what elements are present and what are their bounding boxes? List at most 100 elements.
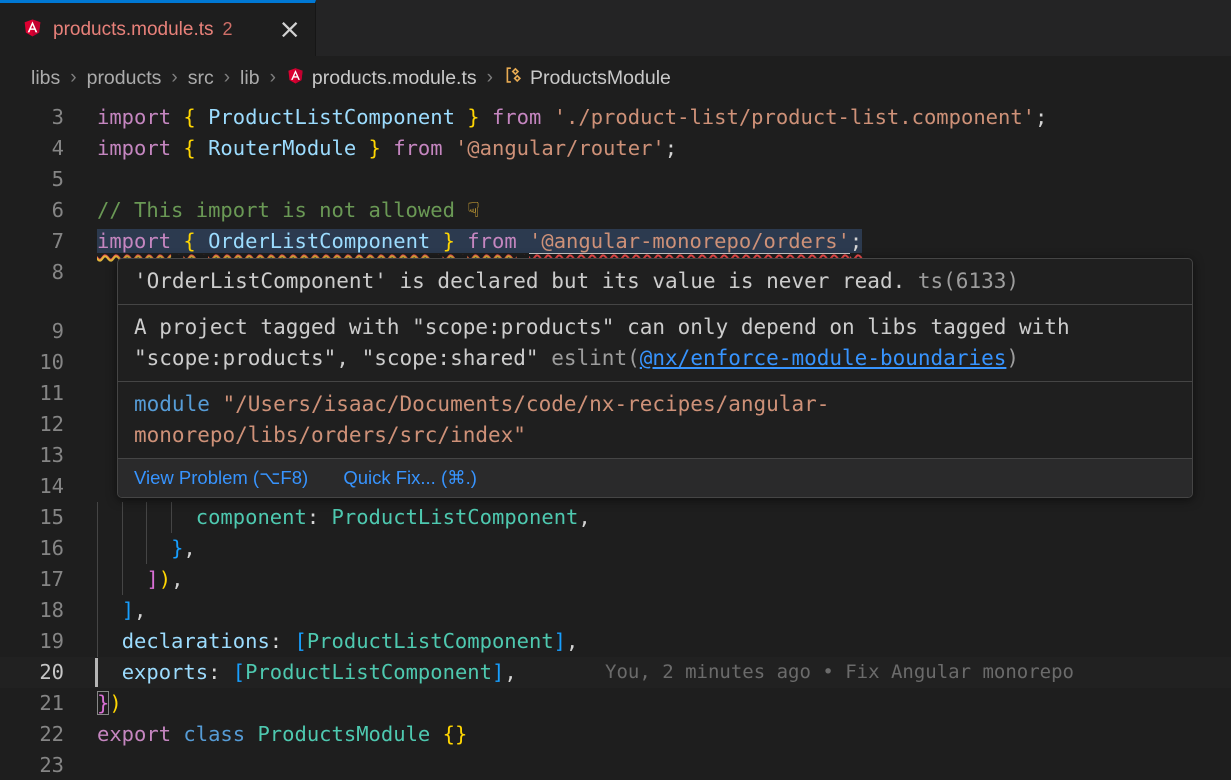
code-token: ; (850, 229, 862, 253)
code-token (97, 536, 171, 560)
line-number: 3 (0, 102, 64, 133)
breadcrumb-item-file[interactable]: products.module.ts (312, 67, 477, 90)
code-token: OrderListComponent (208, 229, 430, 253)
diagnostic-source: ) (1006, 346, 1019, 370)
code-line[interactable]: 17 ]), (0, 564, 1231, 595)
line-number: 7 (0, 226, 64, 257)
code-line-content: component: ProductListComponent, (97, 502, 591, 533)
code-token: RouterModule (208, 136, 356, 160)
code-token: ; (1035, 105, 1047, 129)
code-line[interactable]: 7import { OrderListComponent } from '@an… (0, 226, 1231, 257)
code-token (220, 660, 232, 684)
code-token (196, 105, 208, 129)
hover-widget: 'OrderListComponent' is declared but its… (117, 258, 1193, 498)
tab-error-count-badge: 2 (223, 19, 233, 40)
code-token: { (183, 229, 195, 253)
code-line[interactable]: 5 (0, 164, 1231, 195)
code-token: ProductListComponent (307, 629, 554, 653)
tab-products-module[interactable]: products.module.ts 2 × (0, 0, 316, 56)
code-token (97, 629, 122, 653)
chevron-right-icon: › (171, 67, 177, 89)
code-line[interactable]: 4 import { RouterModule } from '@angular/… (0, 133, 1231, 164)
code-token: ; (665, 136, 677, 160)
code-token: '@angular/router' (455, 136, 665, 160)
code-token: } (443, 229, 455, 253)
hover-status-bar: View Problem (⌥F8) Quick Fix... (⌘.) (118, 458, 1192, 497)
diagnostic-source: eslint( (551, 346, 640, 370)
code-line-content: import { RouterModule } from '@angular/r… (97, 133, 677, 164)
code-token (196, 136, 208, 160)
code-token: } (97, 691, 109, 715)
breadcrumb-item-src[interactable]: src (188, 67, 214, 90)
code-token: ☟ (467, 198, 479, 222)
code-line-content: ], (97, 595, 146, 626)
code-token (480, 105, 492, 129)
code-token: from (467, 229, 516, 253)
code-line[interactable]: 16 }, (0, 533, 1231, 564)
code-token: , (183, 536, 195, 560)
line-number: 5 (0, 164, 64, 195)
line-number: 8 (0, 257, 64, 288)
eslint-rule-link[interactable]: @nx/enforce-module-boundaries (640, 346, 1007, 370)
breadcrumb-item-symbol[interactable]: ProductsModule (530, 67, 671, 90)
code-token (455, 229, 467, 253)
line-number: 14 (0, 471, 64, 502)
diagnostic-source: ts(6133) (905, 269, 1019, 293)
code-token (171, 136, 183, 160)
code-token (282, 629, 294, 653)
code-line[interactable]: 22export class ProductsModule {} (0, 719, 1231, 750)
code-token (356, 136, 368, 160)
breadcrumb-item-libs[interactable]: libs (31, 67, 60, 90)
code-token (455, 105, 467, 129)
code-line[interactable]: 21}) (0, 688, 1231, 719)
module-symbol-icon (503, 65, 523, 91)
line-number: 12 (0, 409, 64, 440)
quick-fix-link[interactable]: Quick Fix... (⌘.) (343, 467, 477, 488)
line-number: 18 (0, 595, 64, 626)
code-line-content: // This import is not allowed ☟ (97, 195, 480, 226)
line-number: 10 (0, 347, 64, 378)
code-token (171, 229, 183, 253)
diagnostic-message-line2: "scope:products", "scope:shared" (134, 346, 551, 370)
breadcrumb-item-lib[interactable]: lib (240, 67, 260, 90)
hover-module-definition: module "/Users/isaac/Documents/code/nx-r… (118, 381, 1192, 458)
module-path-line2: monorepo/libs/orders/src/index" (134, 423, 526, 447)
code-token (97, 567, 146, 591)
view-problem-link[interactable]: View Problem (⌥F8) (134, 467, 308, 488)
code-line[interactable]: 18 ], (0, 595, 1231, 626)
code-line[interactable]: 6// This import is not allowed ☟ (0, 195, 1231, 226)
code-token: ] (492, 660, 504, 684)
breadcrumb-item-products[interactable]: products (87, 67, 162, 90)
code-token (430, 722, 442, 746)
text-cursor (95, 658, 98, 687)
git-blame-annotation: You, 2 minutes ago • Fix Angular monorep… (605, 657, 1074, 688)
code-token: // This import is not allowed (97, 198, 467, 222)
code-token (443, 136, 455, 160)
code-line[interactable]: 3import { ProductListComponent } from '.… (0, 102, 1231, 133)
code-line-content: export class ProductsModule {} (97, 719, 467, 750)
code-line[interactable]: 15 component: ProductListComponent, (0, 502, 1231, 533)
code-line[interactable]: 23 (0, 750, 1231, 780)
code-line[interactable]: 19 declarations: [ProductListComponent], (0, 626, 1231, 657)
breadcrumb: libs › products › src › lib › products.m… (0, 56, 1231, 100)
code-token: ) (109, 691, 121, 715)
chevron-right-icon: › (70, 67, 76, 89)
code-token: , (504, 660, 516, 684)
code-token: } (369, 136, 381, 160)
code-line[interactable]: 20 exports: [ProductListComponent],You, … (0, 657, 1231, 688)
diagnostic-message-line1: A project tagged with "scope:products" c… (134, 315, 1070, 339)
code-token: ] (554, 629, 566, 653)
code-line-content: declarations: [ProductListComponent], (97, 626, 578, 657)
code-token: ProductListComponent (245, 660, 492, 684)
code-line-content: ]), (97, 564, 183, 595)
tab-bar: products.module.ts 2 × (0, 0, 1231, 56)
angular-file-icon (286, 66, 305, 91)
code-token (517, 229, 529, 253)
diagnostic-message: 'OrderListComponent' is declared but its… (134, 269, 905, 293)
code-token: ProductListComponent (332, 505, 579, 529)
code-token: {} (443, 722, 468, 746)
line-number: 4 (0, 133, 64, 164)
tab-close-icon[interactable]: × (278, 20, 301, 40)
code-token: export (97, 722, 171, 746)
chevron-right-icon: › (270, 67, 276, 89)
